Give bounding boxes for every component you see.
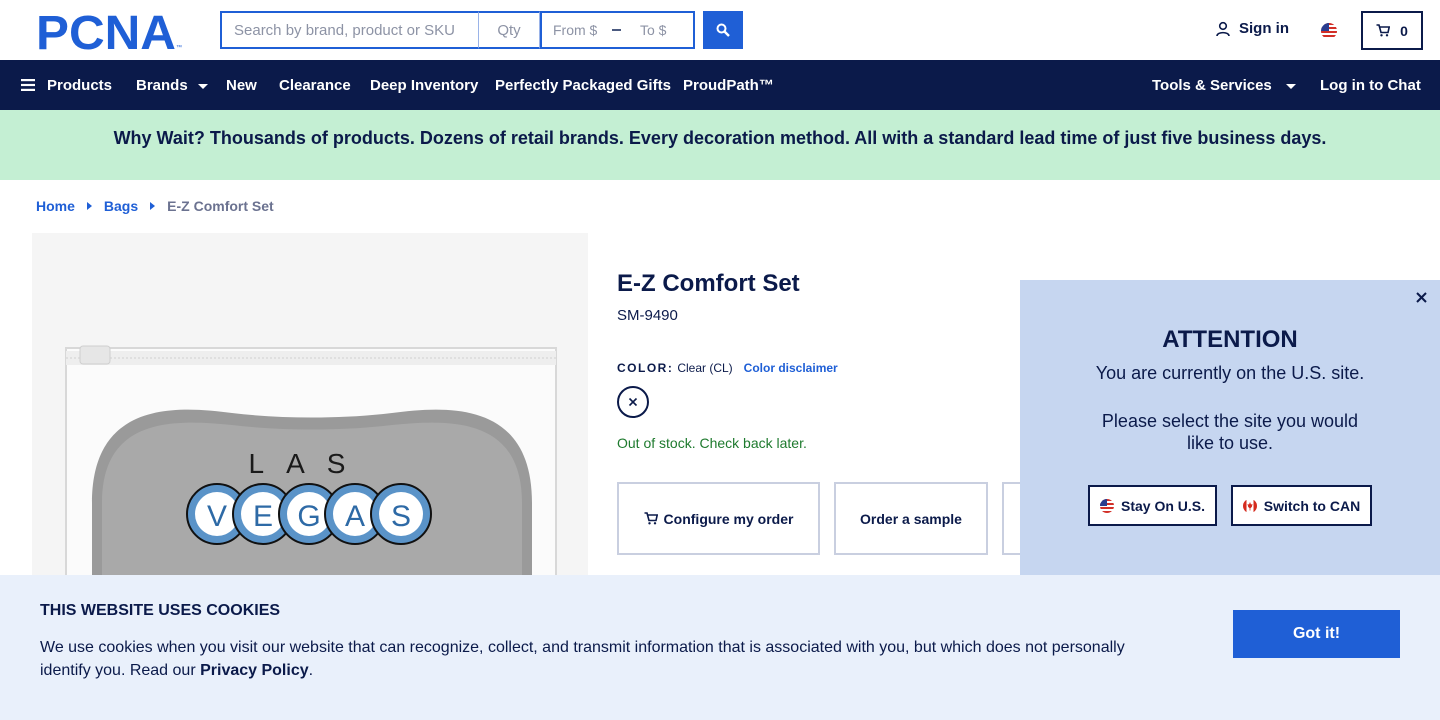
user-icon	[1216, 21, 1230, 36]
cookie-text: We use cookies when you visit our websit…	[40, 636, 1150, 682]
breadcrumb-bags[interactable]: Bags	[104, 198, 138, 214]
menu-icon	[21, 79, 35, 91]
pcna-logo[interactable]: PCNA ™	[36, 12, 184, 50]
nav-clearance-label: Clearance	[279, 76, 351, 94]
nav-brands-label: Brands	[136, 76, 188, 94]
image-text-las: LAS	[249, 448, 368, 479]
breadcrumb-arrow-icon	[86, 202, 92, 210]
product-sku: SM-9490	[617, 307, 678, 324]
nav-deep-inventory-label: Deep Inventory	[370, 76, 479, 94]
cookie-accept-button[interactable]: Got it!	[1233, 610, 1400, 658]
breadcrumb-arrow-icon	[150, 202, 156, 210]
nav-products-label: Products	[47, 76, 113, 94]
configure-order-label: Configure my order	[663, 510, 794, 527]
cookie-title: THIS WEBSITE USES COOKIES	[40, 602, 281, 619]
vegas-chips: V E G A S	[186, 483, 432, 545]
nav-chat-login[interactable]: Log in to Chat	[1320, 60, 1421, 110]
color-value: Clear (CL)	[677, 361, 733, 375]
promo-banner: Why Wait? Thousands of products. Dozens …	[0, 110, 1440, 180]
site-select-popup: ATTENTION You are currently on the U.S. …	[1020, 280, 1440, 575]
svg-text:G: G	[297, 500, 320, 533]
svg-text:™: ™	[176, 44, 182, 50]
order-sample-label: Order a sample	[860, 510, 962, 527]
search-icon	[716, 23, 730, 37]
nav-new-label: New	[226, 76, 257, 94]
configure-order-button[interactable]: Configure my order	[617, 482, 820, 555]
nav-chat-label: Log in to Chat	[1320, 76, 1421, 94]
svg-text:E: E	[253, 500, 273, 533]
search-input[interactable]	[220, 11, 478, 49]
popup-select-prompt: Please select the site you would like to…	[1101, 411, 1359, 453]
cookie-banner: THIS WEBSITE USES COOKIES We use cookies…	[0, 575, 1440, 720]
promo-text: Why Wait? Thousands of products. Dozens …	[113, 127, 1327, 148]
nav-products[interactable]: Products	[21, 60, 112, 110]
svg-text:S: S	[391, 500, 411, 533]
color-label: COLOR:	[617, 361, 674, 375]
price-range	[540, 11, 695, 49]
switch-can-button[interactable]: Switch to CAN	[1231, 485, 1372, 526]
breadcrumb: Home Bags E-Z Comfort Set	[36, 198, 274, 214]
stay-us-button[interactable]: Stay On U.S.	[1088, 485, 1217, 526]
color-row: COLOR: Clear (CL) Color disclaimer	[617, 361, 838, 375]
cart-count: 0	[1400, 22, 1408, 39]
breadcrumb-home[interactable]: Home	[36, 198, 75, 214]
search-button[interactable]	[703, 11, 743, 49]
switch-can-label: Switch to CAN	[1263, 497, 1361, 514]
popup-title: ATTENTION	[1162, 326, 1298, 353]
main-nav: Products Brands New Clearance Deep Inven…	[0, 60, 1440, 110]
logo-text: PCNA	[36, 12, 176, 50]
canada-flag-icon	[1242, 498, 1257, 513]
us-flag-icon[interactable]	[1321, 23, 1337, 39]
breadcrumb-current: E-Z Comfort Set	[167, 198, 274, 214]
nav-proudpath-label: ProudPath™	[683, 76, 774, 94]
color-disclaimer-link[interactable]: Color disclaimer	[744, 361, 838, 375]
sign-in-label: Sign in	[1239, 20, 1289, 37]
search-bar	[220, 11, 695, 49]
nav-new[interactable]: New	[226, 60, 257, 110]
chevron-down-icon	[1285, 84, 1296, 89]
price-from-input[interactable]	[542, 15, 606, 45]
price-to-input[interactable]	[629, 15, 693, 45]
svg-text:V: V	[207, 500, 227, 533]
nav-clearance[interactable]: Clearance	[279, 60, 351, 110]
nav-brands[interactable]: Brands	[136, 60, 208, 110]
nav-gifts[interactable]: Perfectly Packaged Gifts	[495, 60, 671, 110]
close-icon	[1415, 291, 1427, 303]
order-sample-button[interactable]: Order a sample	[834, 482, 988, 555]
privacy-policy-link[interactable]: Privacy Policy	[200, 662, 309, 679]
chevron-down-icon	[197, 84, 208, 89]
us-flag-icon	[1099, 498, 1114, 513]
svg-text:A: A	[345, 500, 365, 533]
nav-deep-inventory[interactable]: Deep Inventory	[370, 60, 478, 110]
color-swatch-clear[interactable]	[617, 386, 649, 418]
nav-tools-label: Tools & Services	[1152, 76, 1272, 94]
stay-us-label: Stay On U.S.	[1120, 497, 1206, 514]
qty-input[interactable]	[478, 11, 540, 49]
cart-icon	[644, 512, 658, 525]
nav-proudpath[interactable]: ProudPath™	[683, 60, 774, 110]
popup-current-site: You are currently on the U.S. site.	[1095, 363, 1365, 383]
sign-in-link[interactable]: Sign in	[1215, 20, 1289, 37]
cookie-text-end: .	[308, 662, 314, 679]
stock-status: Out of stock. Check back later.	[617, 435, 807, 451]
nav-gifts-label: Perfectly Packaged Gifts	[495, 76, 671, 94]
site-header: PCNA ™ Sign in	[0, 0, 1440, 60]
product-title: E-Z Comfort Set	[617, 270, 800, 297]
cart-icon	[1376, 24, 1391, 37]
nav-tools-services[interactable]: Tools & Services	[1152, 60, 1296, 110]
close-icon	[628, 397, 638, 407]
popup-close-button[interactable]	[1412, 288, 1430, 306]
price-range-dash	[612, 29, 621, 31]
cart-button[interactable]: 0	[1361, 11, 1423, 50]
